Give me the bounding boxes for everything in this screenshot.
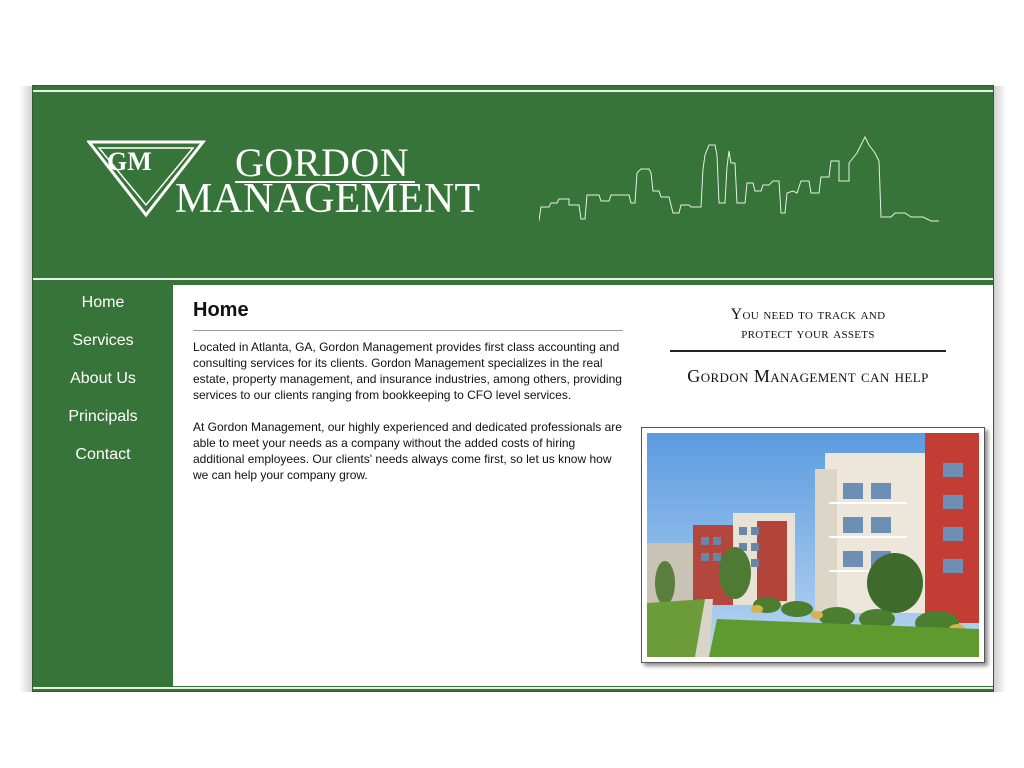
site-header: GM GORDON MANAGEMENT — [33, 93, 993, 279]
city-skyline-icon — [539, 135, 939, 222]
company-logo[interactable]: GM GORDON MANAGEMENT — [87, 139, 480, 225]
footer-rule — [33, 687, 993, 689]
intro-paragraph: Located in Atlanta, GA, Gordon Managemen… — [193, 340, 622, 402]
apartment-building-image — [647, 433, 979, 657]
site-frame: GM GORDON MANAGEMENT Home Services About… — [32, 85, 994, 692]
tagline-line-1: You need to track and — [730, 306, 886, 323]
apartment-photo — [647, 433, 979, 657]
logo-monogram: GM — [107, 147, 152, 176]
nav-item-services[interactable]: Services — [33, 322, 173, 360]
header-bottom-rule — [33, 278, 993, 280]
logo-underline — [235, 181, 415, 183]
page-shadow-right — [994, 86, 1006, 692]
nav-item-contact[interactable]: Contact — [33, 436, 173, 474]
tagline-line-3: Gordon Management can help — [687, 366, 929, 386]
apartment-photo-frame — [641, 427, 985, 663]
second-paragraph: At Gordon Management, our highly experie… — [193, 420, 622, 482]
tagline-line-2: protect your assets — [741, 325, 875, 342]
nav-item-principals[interactable]: Principals — [33, 398, 173, 436]
header-top-rule — [33, 90, 993, 92]
tagline-block: You need to track and protect your asset… — [653, 305, 963, 387]
nav-item-home[interactable]: Home — [33, 284, 173, 322]
page-shadow-left — [19, 86, 33, 692]
nav-item-about-us[interactable]: About Us — [33, 360, 173, 398]
tagline-divider — [670, 350, 946, 352]
content-panel: Home Located in Atlanta, GA, Gordon Mana… — [173, 285, 993, 686]
main-column: Home Located in Atlanta, GA, Gordon Mana… — [193, 299, 623, 499]
page-title: Home — [193, 299, 623, 331]
sidebar-nav: Home Services About Us Principals Contac… — [33, 284, 173, 686]
